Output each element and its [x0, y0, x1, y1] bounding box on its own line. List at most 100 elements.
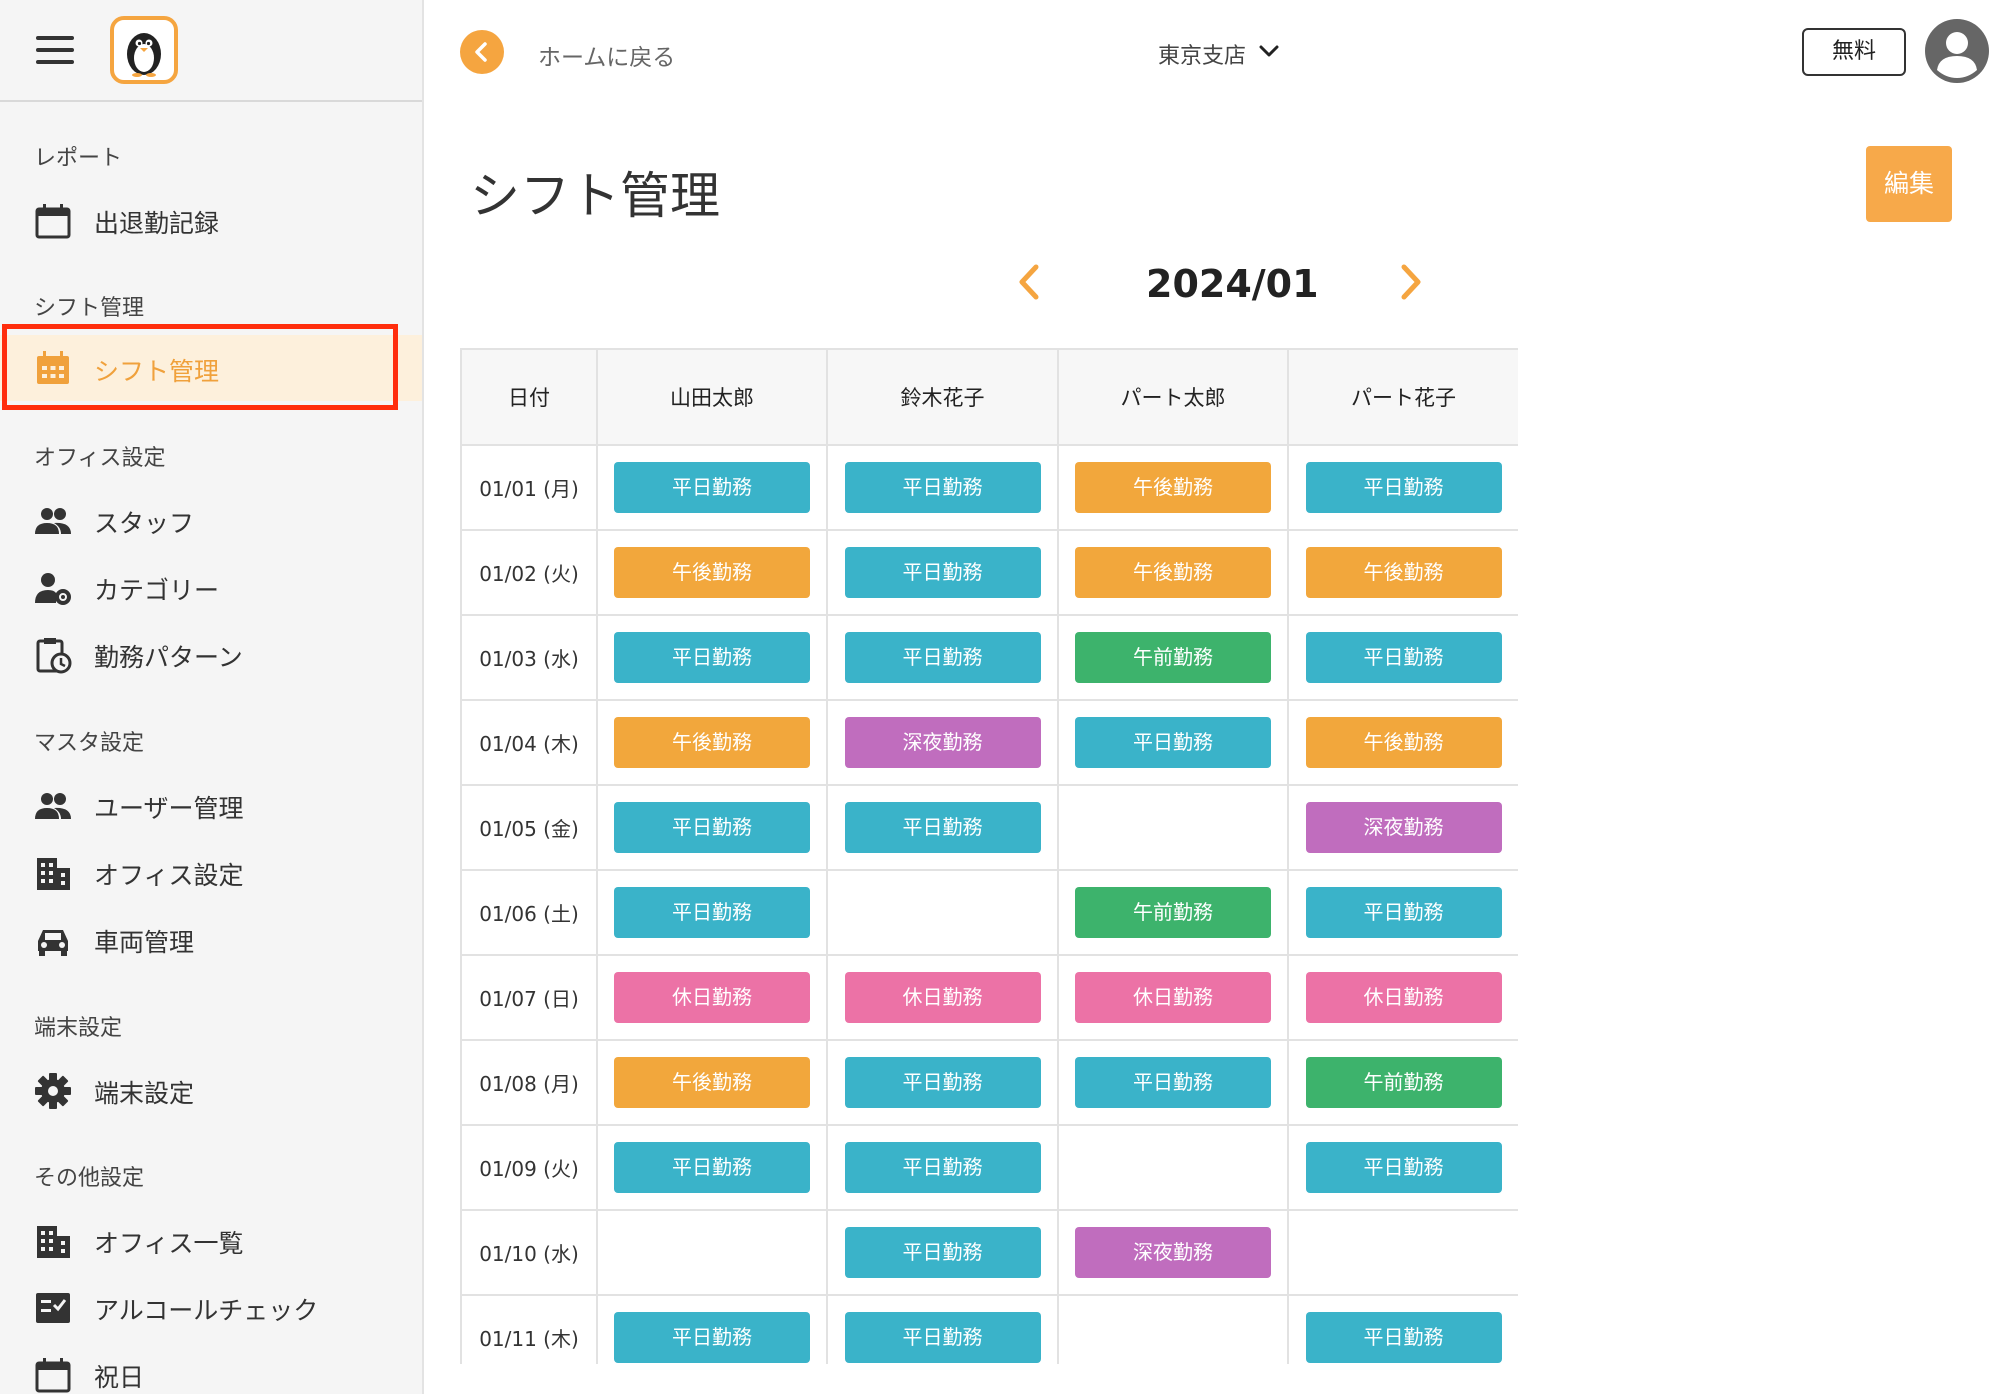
shift-cell[interactable]: 午後勤務: [596, 699, 828, 786]
sidebar-item-user-management[interactable]: ユーザー管理: [0, 775, 422, 835]
shift-badge[interactable]: 平日勤務: [614, 1312, 810, 1363]
shift-badge[interactable]: 休日勤務: [614, 972, 810, 1023]
shift-cell[interactable]: 午後勤務: [596, 1039, 828, 1126]
shift-badge[interactable]: 平日勤務: [614, 632, 810, 683]
shift-cell[interactable]: 午後勤務: [596, 529, 828, 616]
shift-cell[interactable]: 午後勤務: [1287, 529, 1518, 616]
shift-cell[interactable]: [826, 869, 1059, 956]
shift-badge[interactable]: 平日勤務: [844, 462, 1041, 513]
shift-badge[interactable]: 平日勤務: [1075, 1057, 1271, 1108]
sidebar-item-holidays[interactable]: 祝日: [0, 1344, 422, 1394]
next-month-chevron-icon[interactable]: [1394, 262, 1428, 302]
shift-cell[interactable]: 午前勤務: [1057, 869, 1289, 956]
shift-cell[interactable]: 平日勤務: [826, 1039, 1059, 1126]
sidebar-item-office-list[interactable]: オフィス一覧: [0, 1210, 422, 1270]
shift-badge[interactable]: 平日勤務: [614, 462, 810, 513]
shift-cell[interactable]: 午前勤務: [1057, 614, 1289, 701]
shift-cell[interactable]: 午後勤務: [1287, 699, 1518, 786]
app-logo[interactable]: [110, 16, 178, 84]
shift-cell[interactable]: 平日勤務: [1287, 1294, 1518, 1364]
shift-cell[interactable]: [596, 1209, 828, 1296]
shift-cell[interactable]: [1057, 784, 1289, 871]
shift-badge[interactable]: 平日勤務: [1305, 632, 1502, 683]
shift-cell[interactable]: 平日勤務: [596, 444, 828, 531]
prev-month-chevron-icon[interactable]: [1012, 262, 1046, 302]
shift-cell[interactable]: 平日勤務: [826, 444, 1059, 531]
shift-badge[interactable]: 平日勤務: [614, 802, 810, 853]
shift-cell[interactable]: 平日勤務: [1057, 699, 1289, 786]
shift-badge[interactable]: 午後勤務: [1075, 547, 1271, 598]
shift-cell[interactable]: 深夜勤務: [826, 699, 1059, 786]
shift-badge[interactable]: 平日勤務: [844, 632, 1041, 683]
shift-cell[interactable]: 平日勤務: [596, 1124, 828, 1211]
edit-button[interactable]: 編集: [1866, 146, 1952, 222]
shift-badge[interactable]: 平日勤務: [844, 1227, 1041, 1278]
sidebar-item-office-config[interactable]: オフィス設定: [0, 842, 422, 902]
shift-cell[interactable]: 平日勤務: [596, 784, 828, 871]
shift-badge[interactable]: 午後勤務: [614, 547, 810, 598]
shift-cell[interactable]: 休日勤務: [1057, 954, 1289, 1041]
chevron-down-icon[interactable]: [1258, 40, 1280, 62]
shift-badge[interactable]: 平日勤務: [614, 1142, 810, 1193]
shift-badge[interactable]: 平日勤務: [844, 1312, 1041, 1363]
shift-badge[interactable]: 休日勤務: [1075, 972, 1271, 1023]
shift-badge[interactable]: 平日勤務: [1075, 717, 1271, 768]
shift-badge[interactable]: 午後勤務: [1075, 462, 1271, 513]
shift-cell[interactable]: 午後勤務: [1057, 529, 1289, 616]
back-to-home-link[interactable]: ホームに戻る: [538, 38, 675, 72]
shift-badge[interactable]: 午後勤務: [614, 1057, 810, 1108]
sidebar-item-vehicle-management[interactable]: 車両管理: [0, 909, 422, 969]
sidebar-item-alcohol-check[interactable]: アルコールチェック: [0, 1277, 422, 1337]
shift-badge[interactable]: 平日勤務: [1305, 887, 1502, 938]
sidebar-item-shift-management[interactable]: シフト管理: [0, 335, 422, 401]
shift-badge[interactable]: 午前勤務: [1305, 1057, 1502, 1108]
shift-badge[interactable]: 午後勤務: [614, 717, 810, 768]
shift-cell[interactable]: 平日勤務: [826, 614, 1059, 701]
shift-cell[interactable]: 平日勤務: [1287, 614, 1518, 701]
branch-selector[interactable]: 東京支店: [1158, 38, 1246, 70]
shift-badge[interactable]: 深夜勤務: [844, 717, 1041, 768]
shift-cell[interactable]: 平日勤務: [596, 1294, 828, 1364]
shift-badge[interactable]: 休日勤務: [844, 972, 1041, 1023]
shift-badge[interactable]: 深夜勤務: [1305, 802, 1502, 853]
shift-table-container[interactable]: 日付 山田太郎 鈴木花子 パート太郎 パート花子 01/01 (月) 平日勤務 平日…: [460, 348, 1518, 1364]
shift-cell[interactable]: 深夜勤務: [1287, 784, 1518, 871]
shift-cell[interactable]: 平日勤務: [826, 1124, 1059, 1211]
shift-cell[interactable]: 平日勤務: [826, 1294, 1059, 1364]
shift-badge[interactable]: 平日勤務: [614, 887, 810, 938]
shift-cell[interactable]: [1057, 1294, 1289, 1364]
shift-cell[interactable]: 平日勤務: [596, 869, 828, 956]
shift-cell[interactable]: 午後勤務: [1057, 444, 1289, 531]
shift-cell[interactable]: [1287, 1209, 1518, 1296]
back-button[interactable]: [460, 30, 504, 74]
shift-badge[interactable]: 平日勤務: [1305, 1142, 1502, 1193]
shift-cell[interactable]: [1057, 1124, 1289, 1211]
shift-cell[interactable]: 休日勤務: [1287, 954, 1518, 1041]
shift-cell[interactable]: 平日勤務: [1287, 869, 1518, 956]
shift-cell[interactable]: 平日勤務: [1057, 1039, 1289, 1126]
sidebar-item-terminal-settings[interactable]: 端末設定: [0, 1060, 422, 1120]
shift-cell[interactable]: 休日勤務: [596, 954, 828, 1041]
shift-badge[interactable]: 平日勤務: [844, 1057, 1041, 1108]
shift-badge[interactable]: 午後勤務: [1305, 547, 1502, 598]
plan-free-button[interactable]: 無料: [1802, 28, 1906, 76]
shift-badge[interactable]: 午前勤務: [1075, 887, 1271, 938]
sidebar-item-work-pattern[interactable]: 勤務パターン: [0, 624, 422, 684]
shift-badge[interactable]: 午後勤務: [1305, 717, 1502, 768]
sidebar-item-staff[interactable]: スタッフ: [0, 490, 422, 550]
shift-cell[interactable]: 平日勤務: [1287, 1124, 1518, 1211]
shift-cell[interactable]: 平日勤務: [596, 614, 828, 701]
shift-badge[interactable]: 休日勤務: [1305, 972, 1502, 1023]
shift-cell[interactable]: 平日勤務: [826, 1209, 1059, 1296]
shift-cell[interactable]: 平日勤務: [826, 784, 1059, 871]
shift-badge[interactable]: 深夜勤務: [1075, 1227, 1271, 1278]
sidebar-item-category[interactable]: カテゴリー: [0, 557, 422, 617]
shift-badge[interactable]: 平日勤務: [844, 1142, 1041, 1193]
shift-cell[interactable]: 休日勤務: [826, 954, 1059, 1041]
shift-badge[interactable]: 平日勤務: [1305, 462, 1502, 513]
sidebar-item-attendance[interactable]: 出退勤記録: [0, 190, 422, 250]
shift-cell[interactable]: 平日勤務: [1287, 444, 1518, 531]
hamburger-menu-icon[interactable]: [36, 36, 74, 64]
shift-cell[interactable]: 平日勤務: [826, 529, 1059, 616]
shift-badge[interactable]: 平日勤務: [844, 547, 1041, 598]
